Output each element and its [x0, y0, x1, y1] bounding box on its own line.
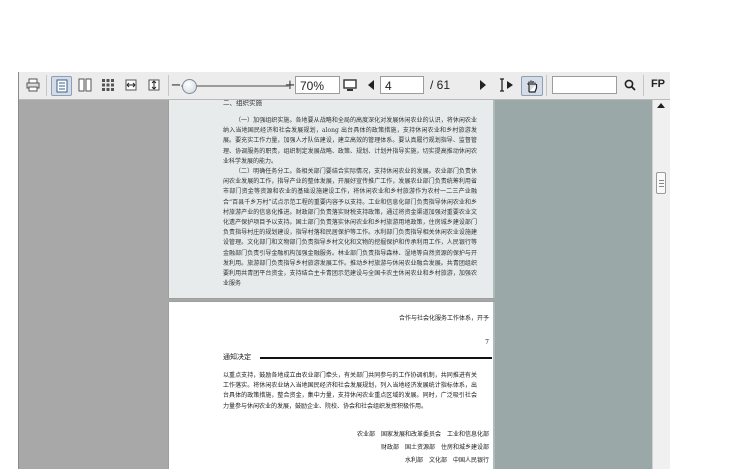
selection-overlay [493, 100, 652, 469]
toolbar-separator [168, 75, 169, 96]
text-select-tool-button[interactable] [497, 76, 517, 94]
two-page-view-button[interactable] [76, 76, 94, 94]
fullscreen-button[interactable] [341, 76, 359, 94]
zoom-input[interactable]: 70% [295, 76, 340, 94]
scroll-thumb[interactable] [656, 172, 666, 194]
fit-height-icon [148, 79, 160, 91]
page-number-input[interactable]: 4 [380, 76, 424, 94]
page-overlay [169, 100, 493, 298]
flexpaper-logo: FP [650, 78, 665, 90]
grip-line [659, 180, 664, 181]
thumbnail-view-button[interactable] [99, 76, 117, 94]
monitor-icon [343, 78, 357, 91]
fit-width-button[interactable] [122, 76, 140, 94]
triangle-left-icon [368, 80, 374, 90]
zoom-out-icon[interactable]: − [171, 76, 182, 94]
section-title: 通知决定 [223, 353, 251, 361]
triangle-right-icon [480, 80, 486, 90]
grip-line [659, 183, 664, 184]
signatory-line: 水利部 文化部 中国人民银行 [404, 457, 489, 464]
toolbar-separator [546, 75, 547, 96]
toolbar-separator [46, 75, 47, 96]
page-number: 7 [485, 339, 489, 346]
print-button[interactable] [23, 76, 43, 94]
search-button[interactable] [622, 76, 638, 94]
paragraph: 以重点支持，鼓励各地成立由农业部门牵头，有关部门共同参与的工作协调机制，共同推进… [223, 372, 477, 410]
toolbar-separator [643, 75, 644, 96]
continued-text: 合作与社会化服务工作体系，开予 [399, 315, 490, 322]
page-count-label: / 61 [430, 78, 451, 92]
fit-width-icon [125, 79, 137, 91]
scroll-up-icon[interactable] [657, 103, 665, 108]
grid-icon [102, 79, 114, 91]
signatory-line: 农业部 国家发展和改革委员会 工业和信息化部 [356, 431, 489, 438]
toolbar: − + 70% 4 / 61 FP [19, 72, 670, 100]
text-cursor-icon [500, 78, 513, 92]
signatory-line: 财政部 国土资源部 住房和城乡建设部 [380, 444, 489, 451]
hand-tool-button[interactable] [521, 76, 543, 96]
grip-line [659, 186, 664, 187]
next-page-button[interactable] [477, 76, 489, 94]
zoom-in-icon[interactable]: + [285, 76, 296, 94]
divider [260, 357, 492, 359]
hand-icon [527, 80, 538, 93]
search-icon [624, 79, 636, 91]
single-page-view-button[interactable] [51, 76, 72, 96]
single-page-icon [56, 79, 67, 93]
search-input[interactable] [552, 76, 617, 94]
two-page-icon [78, 78, 92, 92]
zoom-slider-track[interactable] [181, 85, 289, 87]
pdf-viewer: − + 70% 4 / 61 FP 二、组织实施 （一）加强组织实施。各地要从战… [18, 72, 670, 469]
zoom-slider-knob[interactable] [182, 79, 197, 94]
document-canvas[interactable]: 二、组织实施 （一）加强组织实施。各地要从战略和全局的高度深化对发展休闲农业的认… [19, 100, 652, 469]
print-icon [26, 78, 40, 92]
previous-page-button[interactable] [365, 76, 377, 94]
document-page: 合作与社会化服务工作体系，开予 7 通知决定 以重点支持，鼓励各地成立由农业部门… [169, 302, 495, 469]
fit-height-button[interactable] [145, 76, 163, 94]
vertical-scrollbar[interactable] [652, 100, 670, 469]
body-text: 以重点支持，鼓励各地成立由农业部门牵头，有关部门共同参与的工作协调机制，共同推进… [223, 371, 477, 412]
